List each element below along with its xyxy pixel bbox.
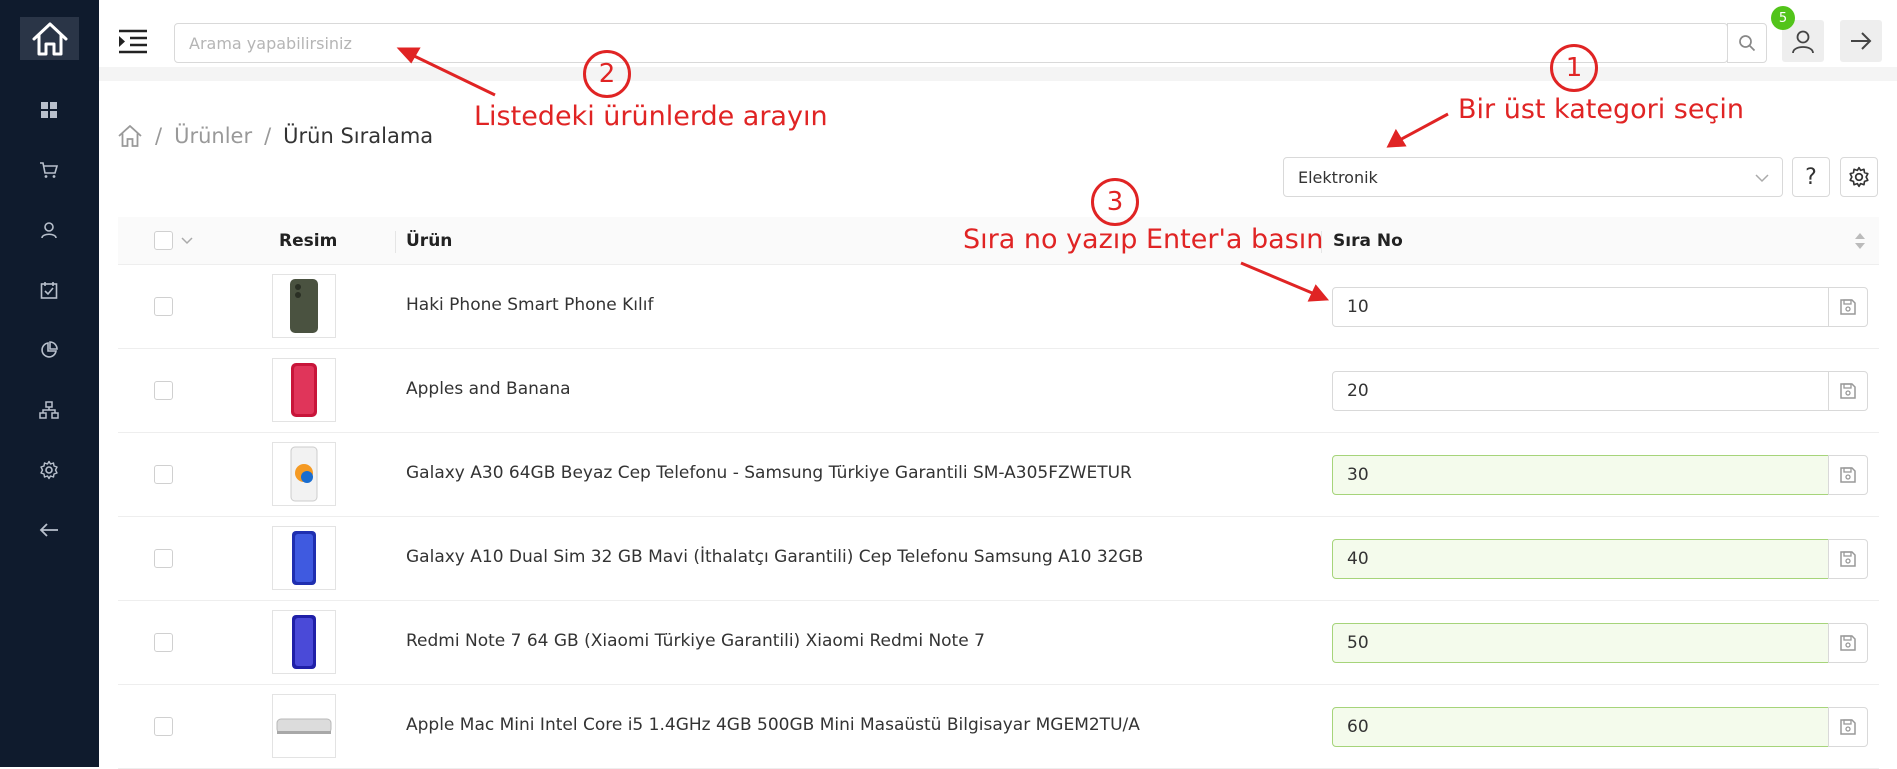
gear-icon[interactable]	[35, 456, 63, 484]
tasks-icon[interactable]	[35, 276, 63, 304]
row-checkbox[interactable]	[154, 717, 173, 736]
table-row: Galaxy A10 Dual Sim 32 GB Mavi (İthalatç…	[118, 517, 1879, 601]
save-button[interactable]	[1828, 371, 1868, 411]
back-arrow-icon[interactable]	[35, 516, 63, 544]
row-checkbox[interactable]	[154, 297, 173, 316]
hierarchy-icon[interactable]	[35, 396, 63, 424]
order-field	[1332, 455, 1868, 495]
order-field	[1332, 287, 1868, 327]
column-divider	[395, 231, 396, 253]
category-selected-value: Elektronik	[1298, 167, 1378, 187]
breadcrumb-current: Ürün Sıralama	[283, 124, 434, 148]
row-checkbox[interactable]	[154, 381, 173, 400]
product-name: Galaxy A30 64GB Beyaz Cep Telefonu - Sam…	[406, 463, 1132, 483]
user-icon[interactable]	[35, 216, 63, 244]
chevron-down-icon[interactable]	[180, 235, 194, 247]
order-field	[1332, 539, 1868, 579]
home-button[interactable]	[20, 17, 79, 60]
annotation-text-1: Bir üst kategori seçin	[1458, 94, 1744, 125]
table-row: Haki Phone Smart Phone Kılıf	[118, 265, 1879, 349]
annotation-arrowhead-1	[1386, 128, 1407, 148]
save-icon	[1840, 467, 1856, 483]
dashboard-icon[interactable]	[35, 96, 63, 124]
column-header-product: Ürün	[406, 231, 453, 251]
order-input[interactable]	[1332, 707, 1829, 747]
row-checkbox[interactable]	[154, 633, 173, 652]
pie-chart-icon[interactable]	[35, 336, 63, 364]
help-icon: ?	[1805, 164, 1817, 190]
breadcrumb-products[interactable]: Ürünler	[174, 124, 252, 148]
table-row: Apples and Banana	[118, 349, 1879, 433]
home-icon[interactable]	[117, 124, 143, 148]
product-name: Haki Phone Smart Phone Kılıf	[406, 295, 654, 315]
order-input[interactable]	[1332, 287, 1829, 327]
order-input[interactable]	[1332, 371, 1829, 411]
row-checkbox[interactable]	[154, 465, 173, 484]
annotation-text-3: Sıra no yazıp Enter'a basın	[963, 224, 1324, 255]
sidebar	[0, 0, 99, 767]
notification-badge: 5	[1771, 6, 1795, 30]
arrow-right-icon	[1851, 32, 1872, 50]
table-row: Apple Mac Mini Intel Core i5 1.4GHz 4GB …	[118, 685, 1879, 769]
product-image	[272, 442, 336, 506]
product-name: Galaxy A10 Dual Sim 32 GB Mavi (İthalatç…	[406, 547, 1144, 567]
annotation-number-1: 1	[1550, 44, 1598, 92]
row-checkbox[interactable]	[154, 549, 173, 568]
save-icon	[1840, 383, 1856, 399]
order-field	[1332, 707, 1868, 747]
breadcrumb-separator: /	[264, 124, 272, 148]
sort-icon[interactable]	[1854, 230, 1866, 252]
order-input[interactable]	[1332, 539, 1829, 579]
order-field	[1332, 371, 1868, 411]
logout-button[interactable]	[1840, 20, 1882, 62]
search-box	[174, 23, 1728, 63]
category-select[interactable]: Elektronik	[1283, 157, 1783, 197]
save-button[interactable]	[1828, 455, 1868, 495]
search-input[interactable]	[175, 24, 1728, 62]
menu-indent-icon	[119, 29, 147, 54]
chevron-down-icon	[1755, 174, 1769, 183]
column-header-order[interactable]: Sıra No	[1333, 217, 1403, 265]
cart-icon[interactable]	[35, 156, 63, 184]
product-image	[272, 694, 336, 758]
order-field	[1332, 623, 1868, 663]
settings-button[interactable]	[1840, 157, 1878, 197]
breadcrumb-separator: /	[155, 124, 163, 148]
order-input[interactable]	[1332, 455, 1829, 495]
table-row: Redmi Note 7 64 GB (Xiaomi Türkiye Garan…	[118, 601, 1879, 685]
save-button[interactable]	[1828, 287, 1868, 327]
order-input[interactable]	[1332, 623, 1829, 663]
save-button[interactable]	[1828, 539, 1868, 579]
select-all-checkbox[interactable]	[154, 231, 173, 250]
annotation-arrow-1	[1395, 112, 1449, 144]
save-icon	[1840, 551, 1856, 567]
search-button[interactable]	[1727, 23, 1767, 63]
save-icon	[1840, 299, 1856, 315]
column-header-image: Resim	[279, 231, 338, 251]
products-table: Resim Ürün Sıra No Haki Phone Smart Phon…	[118, 217, 1879, 769]
annotation-text-2: Listedeki ürünlerde arayın	[474, 101, 828, 132]
search-icon	[1739, 35, 1756, 52]
product-image	[272, 610, 336, 674]
annotation-number-3: 3	[1091, 178, 1139, 226]
product-name: Apple Mac Mini Intel Core i5 1.4GHz 4GB …	[406, 715, 1140, 735]
breadcrumb: / Ürünler / Ürün Sıralama	[117, 122, 433, 150]
save-icon	[1840, 719, 1856, 735]
save-button[interactable]	[1828, 707, 1868, 747]
table-body: Haki Phone Smart Phone Kılıf Apples and B…	[118, 265, 1879, 769]
gear-icon	[1849, 166, 1869, 188]
save-icon	[1840, 635, 1856, 651]
table-row: Galaxy A30 64GB Beyaz Cep Telefonu - Sam…	[118, 433, 1879, 517]
product-name: Redmi Note 7 64 GB (Xiaomi Türkiye Garan…	[406, 631, 985, 651]
home-icon	[32, 22, 67, 55]
menu-toggle-button[interactable]	[116, 24, 150, 58]
product-name: Apples and Banana	[406, 379, 571, 399]
product-image	[272, 274, 336, 338]
product-image	[272, 358, 336, 422]
product-image	[272, 526, 336, 590]
annotation-number-2: 2	[583, 50, 631, 98]
save-button[interactable]	[1828, 623, 1868, 663]
help-button[interactable]: ?	[1792, 157, 1830, 197]
user-icon	[1792, 30, 1814, 54]
